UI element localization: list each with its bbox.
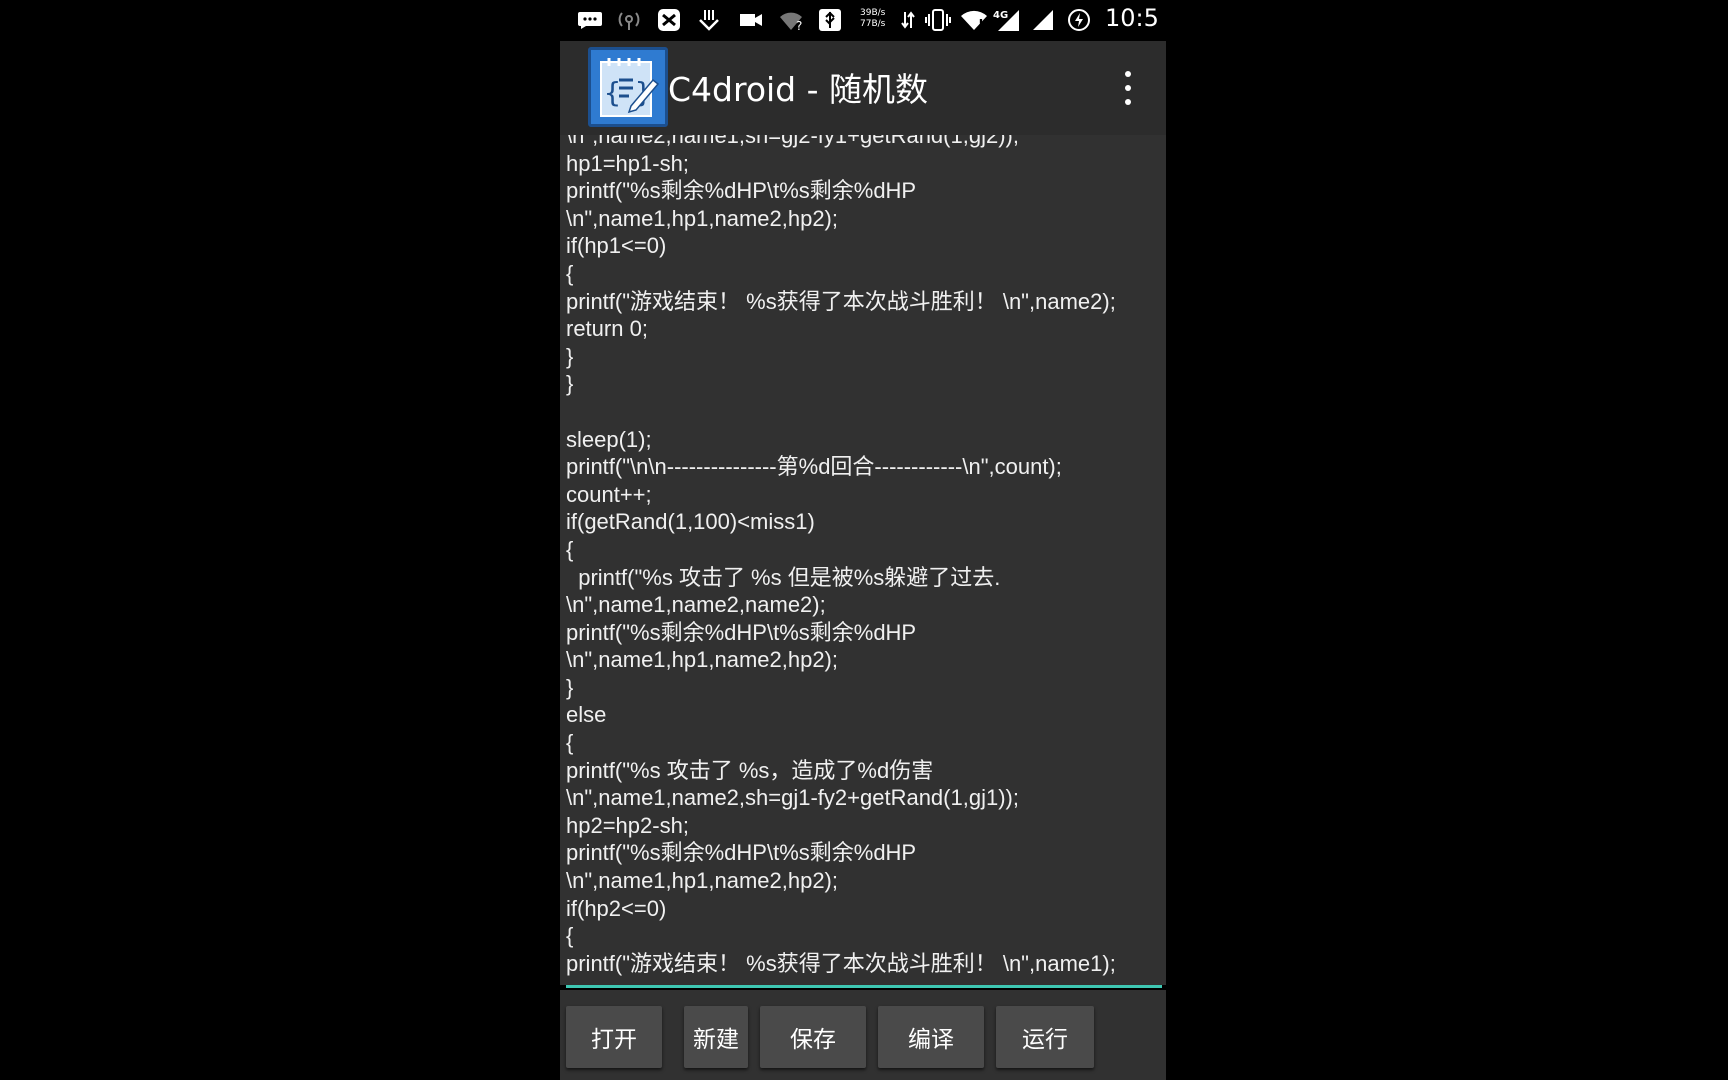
code-line[interactable]: hp2=hp2-sh;	[566, 812, 1116, 840]
open-button[interactable]: 打开	[566, 1006, 662, 1068]
code-text[interactable]: \n",name2,name1,sh=gj2-fy1+getRand(1,gj2…	[566, 135, 1116, 977]
usb-icon	[818, 8, 842, 32]
message-icon	[576, 8, 604, 32]
code-line[interactable]: }	[566, 370, 1116, 398]
compile-button[interactable]: 编译	[878, 1006, 984, 1068]
signal-4g-icon: 4G	[992, 8, 1020, 32]
code-line[interactable]: hp1=hp1-sh;	[566, 150, 1116, 178]
code-line[interactable]: if(getRand(1,100)<miss1)	[566, 508, 1116, 536]
code-line[interactable]: if(hp2<=0)	[566, 895, 1116, 923]
download-icon	[696, 8, 722, 32]
code-line[interactable]: else	[566, 701, 1116, 729]
code-line[interactable]: {	[566, 729, 1116, 757]
code-line[interactable]: sleep(1);	[566, 426, 1116, 454]
status-bar: ? 39B/s 77B/s ! 4G 10:5	[560, 0, 1166, 41]
code-line[interactable]: count++;	[566, 481, 1116, 509]
data-transfer-icon	[900, 8, 916, 32]
save-button[interactable]: 保存	[760, 1006, 866, 1068]
svg-text:{: {	[604, 76, 621, 109]
svg-text:?: ?	[796, 19, 802, 31]
wifi-question-icon: ?	[778, 8, 806, 32]
code-line[interactable]: \n",name1,hp1,name2,hp2);	[566, 646, 1116, 674]
upload-speed: 39B/s	[860, 8, 886, 18]
code-line[interactable]: {	[566, 922, 1116, 950]
notepad-code-icon[interactable]: { }	[588, 47, 668, 127]
code-line[interactable]: \n",name1,name2,name2);	[566, 591, 1116, 619]
app-title: C4droid - 随机数	[668, 70, 929, 109]
code-line[interactable]: printf("游戏结束！ %s获得了本次战斗胜利！ \n",name2);	[566, 288, 1116, 316]
network-type-label: 4G	[993, 10, 1008, 21]
bottom-button-bar: 打开 新建 保存 编译 运行	[560, 990, 1166, 1080]
app-notification-icon	[656, 8, 682, 32]
wifi-icon: !	[960, 8, 988, 32]
code-line[interactable]: printf("\n\n---------------第%d回合--------…	[566, 453, 1116, 481]
phone-screen: ? 39B/s 77B/s ! 4G 10:5 {C4droid - 随机数 …	[560, 0, 1166, 1080]
code-line[interactable]: {	[566, 536, 1116, 564]
code-line[interactable]: printf("游戏结束！ %s获得了本次战斗胜利！ \n",name1);	[566, 950, 1116, 978]
code-line[interactable]: printf("%s剩余%dHP\t%s剩余%dHP	[566, 839, 1116, 867]
download-speed: 77B/s	[860, 19, 886, 29]
code-line[interactable]: printf("%s剩余%dHP\t%s剩余%dHP	[566, 619, 1116, 647]
code-line[interactable]: \n",name1,hp1,name2,hp2);	[566, 205, 1116, 233]
overflow-menu-icon[interactable]	[1120, 71, 1136, 105]
code-line[interactable]: \n",name1,name2,sh=gj1-fy2+getRand(1,gj1…	[566, 784, 1116, 812]
new-button[interactable]: 新建	[684, 1006, 748, 1068]
code-line[interactable]: }	[566, 343, 1116, 371]
code-line[interactable]: printf("%s 攻击了 %s 但是被%s躲避了过去.	[566, 564, 1116, 592]
code-line[interactable]: printf("%s剩余%dHP\t%s剩余%dHP	[566, 177, 1116, 205]
video-camera-icon	[738, 8, 764, 32]
network-speed-indicator: 39B/s 77B/s	[860, 8, 885, 30]
run-button[interactable]: 运行	[996, 1006, 1094, 1068]
code-line[interactable]: {	[566, 260, 1116, 288]
wifi-hotspot-icon	[616, 8, 642, 32]
code-line[interactable]	[566, 398, 1116, 426]
code-line[interactable]: }	[566, 674, 1116, 702]
code-line[interactable]: printf("%s 攻击了 %s，造成了%d伤害	[566, 757, 1116, 785]
action-bar: { } C4droid - 随机数	[560, 41, 1166, 135]
vibrate-icon	[924, 8, 952, 32]
signal-icon	[1028, 8, 1054, 32]
code-line[interactable]: return 0;	[566, 315, 1116, 343]
editor-focus-underline	[566, 985, 1162, 988]
svg-text:!: !	[978, 18, 984, 31]
code-line[interactable]: if(hp1<=0)	[566, 232, 1116, 260]
code-editor[interactable]: \n",name2,name1,sh=gj2-fy1+getRand(1,gj2…	[560, 135, 1166, 985]
clock-time: 10:5	[1105, 4, 1159, 32]
battery-charging-icon	[1066, 8, 1092, 32]
code-line[interactable]: \n",name2,name1,sh=gj2-fy1+getRand(1,gj2…	[566, 135, 1116, 150]
code-line[interactable]: \n",name1,hp1,name2,hp2);	[566, 867, 1116, 895]
